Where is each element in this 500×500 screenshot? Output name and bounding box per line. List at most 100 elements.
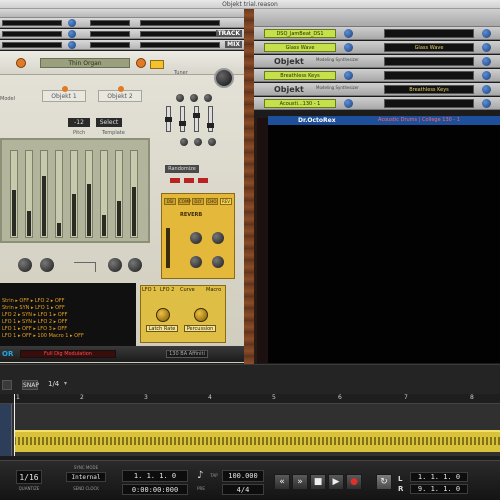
env-knob-icon[interactable]: [204, 94, 212, 102]
drawbar[interactable]: [115, 150, 123, 238]
dropdown-chevron-icon[interactable]: ▾: [64, 380, 67, 387]
octorex-patch-lcd[interactable]: Acoustic Drums | College 130 - 1: [378, 116, 460, 125]
drawbar[interactable]: [10, 150, 18, 238]
sync-mode-select[interactable]: Internal: [66, 472, 106, 482]
mod-row[interactable]: LFO 2 ▸ SYN ▸ LFO 1 ▸ OFF: [2, 312, 132, 319]
patch-name-display[interactable]: Thin Organ: [40, 58, 130, 68]
tap-label[interactable]: TAP: [208, 473, 220, 478]
snap-button[interactable]: SNAP: [22, 380, 39, 390]
volume-knob-icon[interactable]: [344, 71, 353, 80]
metronome-icon[interactable]: ♪: [197, 470, 205, 484]
mix-label[interactable]: MIX: [225, 41, 242, 48]
device-lcd[interactable]: Breathless Keys: [384, 85, 474, 94]
volume-knob-icon[interactable]: [344, 99, 353, 108]
tool-button[interactable]: [2, 380, 12, 390]
drawbar[interactable]: [25, 150, 33, 238]
volume-knob-icon[interactable]: [482, 71, 491, 80]
device-lcd[interactable]: [384, 57, 474, 66]
drawbar[interactable]: [55, 150, 63, 238]
volume-knob-icon[interactable]: [482, 99, 491, 108]
fx-tab[interactable]: CHO: [206, 198, 218, 205]
timeline-ruler[interactable]: [0, 394, 500, 404]
quantize-value[interactable]: 1/16: [16, 470, 42, 484]
percussion-knob-icon[interactable]: [194, 308, 208, 322]
reverb-slider[interactable]: [166, 228, 170, 268]
fx-tab[interactable]: DSI: [164, 198, 176, 205]
knob-icon[interactable]: [18, 258, 32, 272]
device-lcd[interactable]: [384, 99, 474, 108]
volume-knob-icon[interactable]: [482, 85, 491, 94]
volume-knob-icon[interactable]: [482, 43, 491, 52]
device-lcd[interactable]: Glass Wave: [384, 43, 474, 52]
snap-value[interactable]: 1/4: [48, 380, 59, 388]
reverb-knob-icon[interactable]: [212, 232, 224, 244]
device-name[interactable]: DSQ_JamBeat_DS1: [264, 29, 336, 38]
mod-row[interactable]: Strin ▸ SYN ▸ LFO 1 ▸ OFF: [2, 305, 132, 312]
latch-rate-knob-icon[interactable]: [156, 308, 170, 322]
slider-cap[interactable]: [165, 117, 172, 122]
slider-cap[interactable]: [207, 123, 214, 128]
reverb-knob-icon[interactable]: [190, 256, 202, 268]
fx-tab[interactable]: DLY: [192, 198, 204, 205]
record-button[interactable]: ●: [346, 474, 362, 490]
reverb-knob-icon[interactable]: [190, 232, 202, 244]
fx-tab[interactable]: REV: [220, 198, 232, 205]
select-button[interactable]: Select: [96, 118, 122, 127]
slider-cap[interactable]: [193, 113, 200, 118]
drawbar[interactable]: [40, 150, 48, 238]
device-name[interactable]: Glass Wave: [264, 43, 336, 52]
volume-knob-icon[interactable]: [344, 43, 353, 52]
drawbar[interactable]: [100, 150, 108, 238]
env-knob-icon[interactable]: [180, 138, 188, 146]
rewind-button[interactable]: «: [274, 474, 290, 490]
randomize-button[interactable]: Randomize: [165, 165, 199, 173]
env-knob-icon[interactable]: [194, 138, 202, 146]
envelope-slider[interactable]: [179, 106, 186, 132]
mod-row[interactable]: Strin ▸ OFF ▸ LFO 2 ▸ OFF: [2, 298, 132, 305]
forward-button[interactable]: »: [292, 474, 308, 490]
loop-button[interactable]: ↻: [376, 474, 392, 490]
volume-knob-icon[interactable]: [68, 30, 76, 38]
slider-cap[interactable]: [179, 121, 186, 126]
drawbar[interactable]: [85, 150, 93, 238]
time-signature[interactable]: 4/4: [222, 484, 264, 495]
play-button[interactable]: ▶: [328, 474, 344, 490]
knob-icon[interactable]: [40, 258, 54, 272]
patch-browse-button[interactable]: [150, 60, 164, 69]
playhead[interactable]: [14, 394, 15, 456]
envelope-slider[interactable]: [165, 106, 172, 132]
volume-knob-icon[interactable]: [482, 57, 491, 66]
knob-icon[interactable]: [108, 258, 122, 272]
drawbar[interactable]: [130, 150, 138, 238]
track-label[interactable]: TRACK: [215, 30, 242, 37]
drawbar[interactable]: [70, 150, 78, 238]
patch-lcd-2[interactable]: 130 BA Affiniti: [166, 350, 208, 358]
volume-knob-icon[interactable]: [344, 29, 353, 38]
pitch-value[interactable]: -12: [68, 118, 90, 127]
fx-tab[interactable]: COMP: [178, 198, 191, 205]
master-volume-knob-icon[interactable]: [214, 68, 234, 88]
right-locator[interactable]: 9. 1. 1. 0: [410, 484, 468, 494]
device-lcd[interactable]: [384, 71, 474, 80]
track-header[interactable]: [0, 404, 12, 456]
mod-row[interactable]: LFO 1 ▸ OFF ▸ LFO 3 ▸ OFF: [2, 326, 132, 333]
orange-knob-icon[interactable]: [16, 58, 26, 68]
env-knob-icon[interactable]: [190, 94, 198, 102]
env-knob-icon[interactable]: [208, 138, 216, 146]
stop-button[interactable]: ■: [310, 474, 326, 490]
patch-lcd[interactable]: Full Dig Modulation: [20, 350, 116, 358]
song-position[interactable]: 1. 1. 1. 0: [122, 470, 188, 482]
volume-knob-icon[interactable]: [482, 29, 491, 38]
reverb-knob-icon[interactable]: [212, 256, 224, 268]
mod-row[interactable]: LFO 1 ▸ OFF ▸ 100 Macro 1 ▸ OFF: [2, 333, 132, 340]
volume-knob-icon[interactable]: [68, 41, 76, 49]
envelope-slider[interactable]: [193, 106, 200, 132]
tempo-display[interactable]: 100.000: [222, 470, 264, 482]
env-knob-icon[interactable]: [176, 94, 184, 102]
volume-knob-icon[interactable]: [68, 19, 76, 27]
device-name[interactable]: Acousti...130 - 1: [264, 99, 336, 108]
device-lcd[interactable]: [384, 29, 474, 38]
device-name[interactable]: Breathless Keys: [264, 71, 336, 80]
left-locator[interactable]: 1. 1. 1. 0: [410, 472, 468, 482]
knob-icon[interactable]: [128, 258, 142, 272]
